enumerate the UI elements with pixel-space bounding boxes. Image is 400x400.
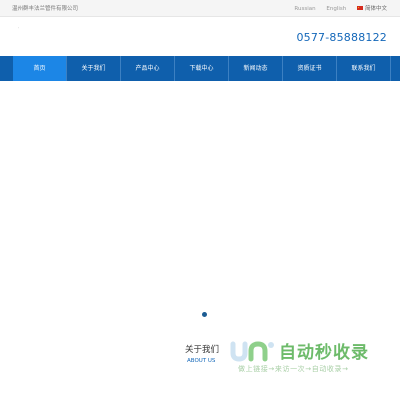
nav-item-contact[interactable]: 联系我们: [337, 56, 391, 81]
language-chinese-label: 简体中文: [364, 6, 387, 12]
phone-number: 0577-85888122: [296, 31, 387, 44]
about-heading: 关于我们: [185, 345, 220, 355]
nav-item-products[interactable]: 产品中心: [121, 56, 175, 81]
nav-right-padding: [391, 56, 400, 81]
watermark-subtitle: 做上链接→来访一次→自动收录→: [238, 365, 349, 373]
language-russian-link[interactable]: Russian: [294, 6, 315, 12]
china-flag-icon: [356, 6, 363, 10]
watermark-logo-icon: [230, 341, 274, 362]
top-bar: 温州群丰法兰管件有限公司 Russian English 简体中文: [0, 0, 400, 17]
nav-item-news[interactable]: 新闻动态: [229, 56, 283, 81]
nav-item-downloads[interactable]: 下载中心: [175, 56, 229, 81]
hero-banner: [0, 81, 400, 331]
language-english-link[interactable]: English: [326, 6, 346, 12]
slider-dot[interactable]: [202, 312, 207, 317]
language-chinese-link[interactable]: 简体中文: [356, 6, 387, 12]
main-navigation: 首页 关于我们 产品中心 下载中心 新闻动态 资质证书 联系我们: [0, 56, 400, 81]
watermark-title: 自动秒收录: [279, 343, 369, 363]
nav-item-home[interactable]: 首页: [13, 56, 67, 81]
nav-left-padding: [0, 56, 13, 81]
logo-icon[interactable]: ˙: [17, 27, 20, 34]
nav-item-certificates[interactable]: 资质证书: [283, 56, 337, 81]
site-header: ˙ 0577-85888122: [0, 17, 400, 56]
about-subheading: ABOUT US: [187, 358, 216, 364]
language-switcher: Russian English 简体中文: [285, 4, 387, 12]
company-name: 温州群丰法兰管件有限公司: [12, 6, 79, 12]
nav-item-about[interactable]: 关于我们: [67, 56, 121, 81]
